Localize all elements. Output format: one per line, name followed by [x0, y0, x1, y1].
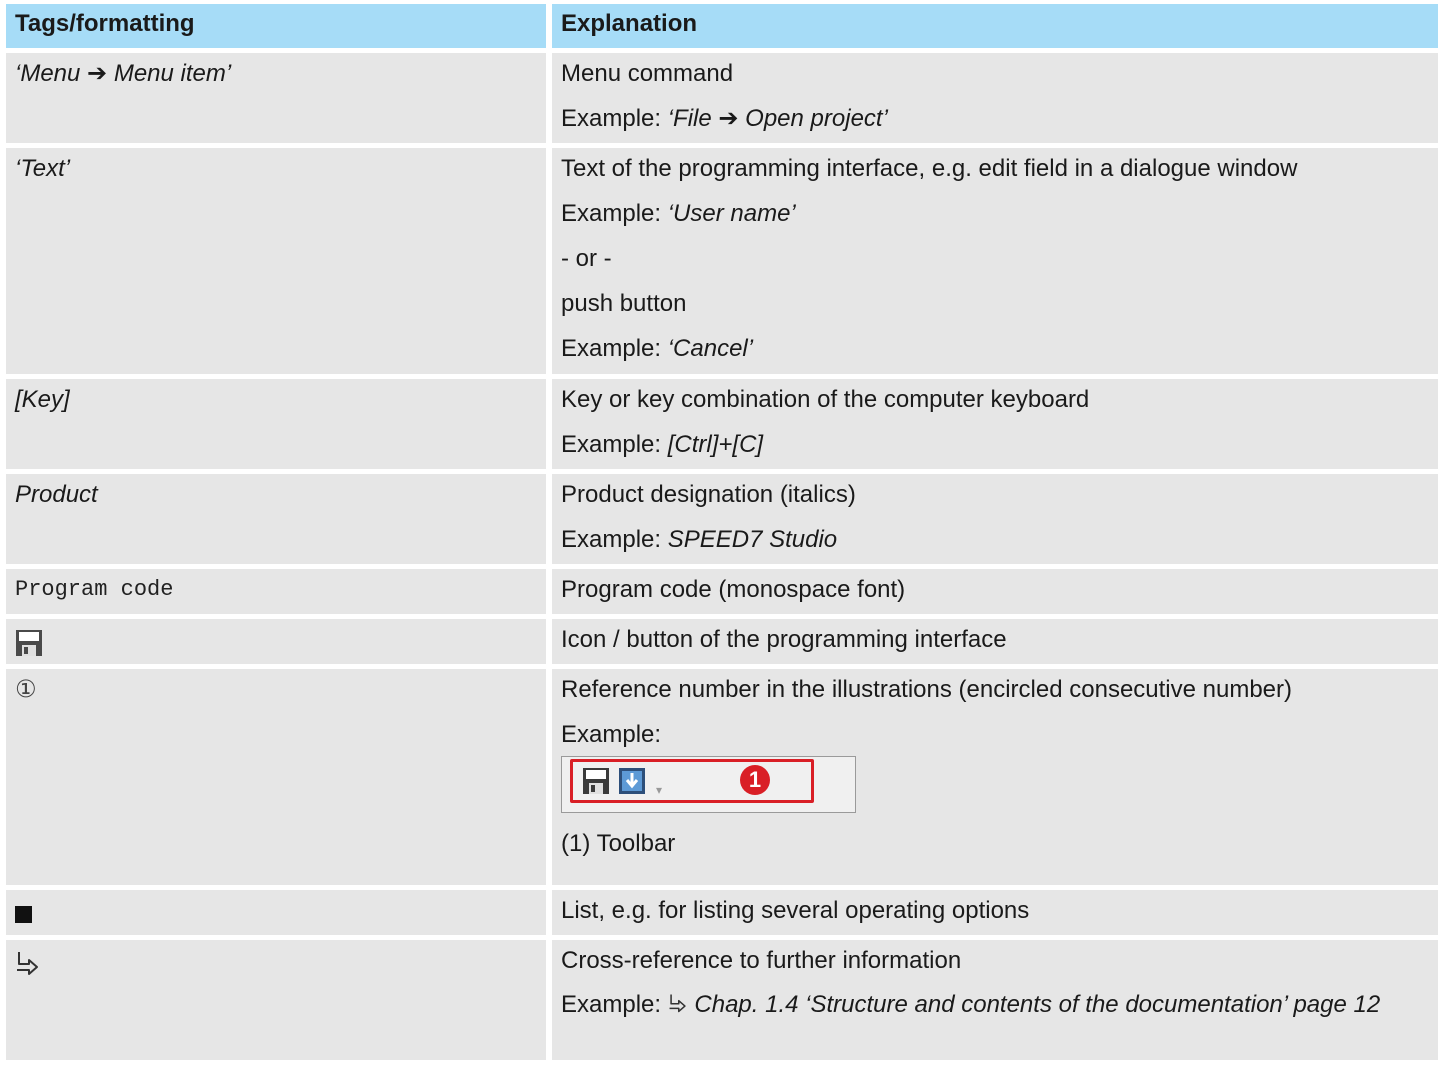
- example-value: ‘Cancel’: [667, 335, 754, 362]
- explanation-cell: List, e.g. for listing several operating…: [552, 890, 1438, 935]
- table-row-list: List, e.g. for listing several operating…: [6, 890, 1438, 935]
- table-row-key: [Key] Key or key combination of the comp…: [6, 379, 1438, 469]
- example-menu-file: ‘File: [667, 105, 719, 132]
- example-label: Example:: [561, 200, 668, 227]
- menu-tag: ‘Menu ➔ Menu item’: [15, 59, 537, 89]
- example-label: Example:: [561, 526, 668, 553]
- black-square-bullet-icon: [15, 906, 32, 924]
- example-label: Example:: [561, 105, 668, 132]
- icon-description: Icon / button of the programming interfa…: [561, 626, 1007, 653]
- cross-reference-arrow-icon: [668, 992, 688, 1020]
- table-header-row: Tags/formatting Explanation: [6, 4, 1438, 48]
- example-label: Example:: [561, 431, 668, 458]
- example-value: ‘User name’: [667, 200, 796, 227]
- example-menu-item: Open project’: [738, 105, 888, 132]
- reference-number-badge: 1: [740, 765, 770, 795]
- text-tag: ‘Text’: [15, 155, 71, 182]
- text-description: Text of the programming interface, e.g. …: [561, 155, 1298, 182]
- explanation-cell: Reference number in the illustrations (e…: [552, 669, 1438, 885]
- explanation-cell: Cross-reference to further information E…: [552, 940, 1438, 1060]
- toolbar-caption: (1) Toolbar: [561, 830, 676, 857]
- tag-cell: ‘Menu ➔ Menu item’: [6, 53, 546, 143]
- menu-item-tag-part: Menu item’: [107, 60, 232, 87]
- product-example: Example: SPEED7 Studio: [561, 525, 1429, 555]
- table-row-reference-number: ① Reference number in the illustrations …: [6, 669, 1438, 885]
- explanation-cell: Key or key combination of the computer k…: [552, 379, 1438, 469]
- refnum-description: Reference number in the illustrations (e…: [561, 676, 1293, 703]
- or-separator: - or -: [561, 245, 612, 272]
- table-row-icon: Icon / button of the programming interfa…: [6, 619, 1438, 664]
- example-label: Example:: [561, 335, 668, 362]
- cross-reference-arrow-icon: [15, 950, 41, 983]
- arrow-icon: ➔: [87, 60, 108, 87]
- arrow-icon: ➔: [718, 105, 739, 132]
- cross-reference-link[interactable]: Chap. 1.4 ‘Structure and contents of the…: [694, 991, 1380, 1018]
- header-tags-formatting: Tags/formatting: [6, 4, 546, 48]
- header-explanation: Explanation: [552, 4, 1438, 48]
- table-row-text: ‘Text’ Text of the programming interface…: [6, 148, 1438, 374]
- tag-cell: [6, 619, 546, 664]
- table-row-product: Product Product designation (italics) Ex…: [6, 474, 1438, 564]
- example-label: Example:: [561, 991, 668, 1018]
- program-code-tag: Program code: [15, 577, 174, 602]
- xref-description: Cross-reference to further information: [561, 947, 962, 974]
- example-value: [Ctrl]+[C]: [667, 431, 764, 458]
- dropdown-arrow-icon: ▾: [656, 783, 663, 797]
- floppy-disk-icon: [15, 629, 43, 664]
- tag-cell: Program code: [6, 569, 546, 614]
- text-example-1: Example: ‘User name’: [561, 199, 1429, 229]
- menu-tag-part: ‘Menu: [15, 60, 88, 87]
- tag-cell: [6, 890, 546, 935]
- explanation-cell: Program code (monospace font): [552, 569, 1438, 614]
- refnum-example-label: Example:: [561, 721, 662, 748]
- tag-cell: [Key]: [6, 379, 546, 469]
- program-code-description: Program code (monospace font): [561, 576, 906, 603]
- floppy-disk-icon: [582, 767, 610, 802]
- key-description: Key or key combination of the computer k…: [561, 386, 1090, 413]
- explanation-cell: Menu command Example: ‘File ➔ Open proje…: [552, 53, 1438, 143]
- product-tag: Product: [15, 481, 98, 508]
- menu-example: Example: ‘File ➔ Open project’: [561, 104, 1429, 134]
- conventions-table: Tags/formatting Explanation ‘Menu ➔ Menu…: [6, 4, 1438, 1065]
- product-description: Product designation (italics): [561, 481, 856, 508]
- key-example: Example: [Ctrl]+[C]: [561, 430, 1429, 460]
- menu-description: Menu command: [561, 60, 734, 87]
- explanation-cell: Text of the programming interface, e.g. …: [552, 148, 1438, 374]
- download-icon: [618, 767, 646, 802]
- example-value: SPEED7 Studio: [667, 526, 838, 553]
- table-row-cross-reference: Cross-reference to further information E…: [6, 940, 1438, 1060]
- tag-cell: ‘Text’: [6, 148, 546, 374]
- explanation-cell: Product designation (italics) Example: S…: [552, 474, 1438, 564]
- key-tag: [Key]: [15, 386, 70, 413]
- circled-one-icon: ①: [15, 676, 37, 703]
- tag-cell: Product: [6, 474, 546, 564]
- tag-cell: ①: [6, 669, 546, 885]
- xref-example: Example: Chap. 1.4 ‘Structure and conten…: [561, 991, 1429, 1020]
- table-row-program-code: Program code Program code (monospace fon…: [6, 569, 1438, 614]
- tag-cell: [6, 940, 546, 1060]
- push-button-text: push button: [561, 290, 687, 317]
- list-description: List, e.g. for listing several operating…: [561, 897, 1030, 924]
- explanation-cell: Icon / button of the programming interfa…: [552, 619, 1438, 664]
- text-example-2: Example: ‘Cancel’: [561, 334, 1429, 364]
- toolbar-illustration: ▾ 1: [561, 756, 856, 813]
- table-row-menu: ‘Menu ➔ Menu item’ Menu command Example:…: [6, 53, 1438, 143]
